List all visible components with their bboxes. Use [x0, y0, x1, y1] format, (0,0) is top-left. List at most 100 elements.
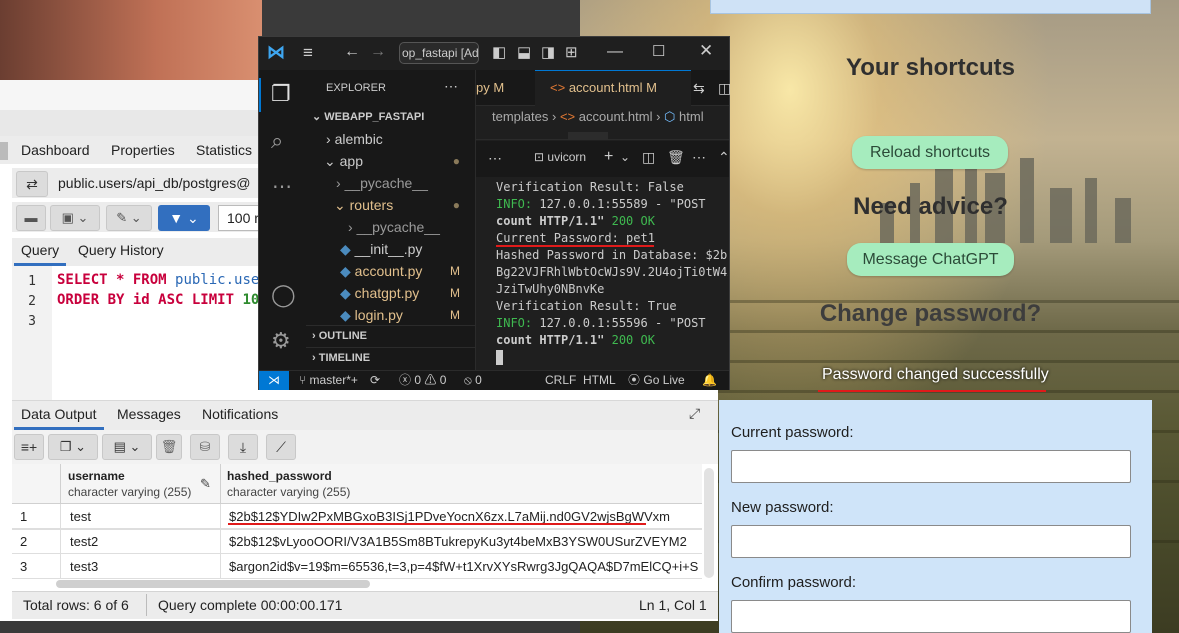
new-terminal-icon[interactable]: +: [604, 148, 613, 166]
python-file-icon: ◆: [340, 285, 351, 301]
cell-username[interactable]: test2: [70, 529, 98, 554]
tab-statistics[interactable]: Statistics: [196, 142, 252, 158]
tab-data-output[interactable]: Data Output: [21, 406, 97, 422]
language-status[interactable]: HTML: [583, 371, 616, 390]
paste-icon[interactable]: ▤ ⌄: [102, 434, 152, 460]
minimize-icon[interactable]: —: [607, 43, 623, 61]
trash-icon[interactable]: 🗑: [667, 149, 685, 166]
terminal-line: JziTwUhy0NBnvKe: [496, 282, 605, 296]
back-arrow-icon[interactable]: ←: [344, 43, 360, 61]
tab-messages[interactable]: Messages: [117, 406, 181, 422]
toggle-sidebar-icon[interactable]: ◧: [492, 43, 506, 61]
open-file-icon[interactable]: ▬: [16, 205, 46, 231]
reload-shortcuts-button[interactable]: Reload shortcuts: [852, 136, 1008, 169]
terminal-more-icon[interactable]: ⋯: [692, 149, 706, 166]
sync-icon[interactable]: ⟳: [370, 371, 380, 390]
filter-icon[interactable]: ▼ ⌄: [158, 205, 210, 231]
eol-status[interactable]: CRLF: [545, 371, 576, 390]
current-password-input[interactable]: [731, 450, 1131, 483]
breadcrumb-file[interactable]: account.html: [579, 109, 653, 124]
add-row-icon[interactable]: ≡+: [14, 434, 44, 460]
explorer-icon[interactable]: ❐: [271, 81, 291, 107]
table-row[interactable]: 1 test $2b$12$YDIw2PxMBGxoB3ISj1PDveYocn…: [12, 504, 702, 529]
copy-icon[interactable]: ❐ ⌄: [48, 434, 98, 460]
ports-status[interactable]: ⦸ 0: [464, 371, 482, 390]
tree-item-login[interactable]: ◆ login.py M: [306, 304, 476, 326]
grid-vscroll[interactable]: [704, 468, 714, 578]
more-views-icon[interactable]: ⋯: [272, 174, 292, 199]
cell-hash[interactable]: $2b$12$YDIw2PxMBGxoB3ISj1PDveYocnX6zx.L7…: [229, 504, 699, 529]
col-username[interactable]: username: [68, 469, 125, 483]
edit-column-icon[interactable]: ✎: [200, 476, 211, 492]
edit-icon[interactable]: ✎ ⌄: [106, 205, 152, 231]
cell-username[interactable]: test3: [70, 554, 98, 579]
tree-item-chatgpt[interactable]: ◆ chatgpt.py M: [306, 282, 476, 304]
message-chatgpt-button[interactable]: Message ChatGPT: [847, 243, 1014, 276]
search-icon[interactable]: ⌕: [271, 128, 283, 154]
remote-icon[interactable]: ⋊: [259, 371, 289, 390]
tree-item-app[interactable]: ⌄ app ●: [306, 150, 476, 172]
toggle-panel-icon[interactable]: ⬓: [517, 43, 531, 61]
tab-notifications[interactable]: Notifications: [202, 406, 278, 422]
compare-icon[interactable]: ⇆: [693, 80, 705, 97]
tree-item-alembic[interactable]: › alembic: [306, 128, 476, 150]
tree-item-init[interactable]: ◆ __init__.py: [306, 238, 476, 260]
toggle-secondary-sidebar-icon[interactable]: ◨: [541, 43, 555, 61]
problems-status[interactable]: ⓧ 0 ⚠ 0: [399, 371, 446, 390]
outline-section[interactable]: › OUTLINE: [306, 325, 476, 347]
sql-line-1[interactable]: SELECT * FROM public.use: [57, 272, 262, 288]
terminal-tab[interactable]: ⊡ uvicorn: [534, 150, 594, 164]
cell-username[interactable]: test: [70, 504, 91, 529]
grid-hscroll[interactable]: [56, 580, 370, 588]
chevron-down-icon[interactable]: ⌄: [620, 150, 630, 164]
window-gap: [0, 110, 262, 136]
explorer-more-icon[interactable]: ⋯: [444, 78, 458, 95]
delete-icon[interactable]: 🗑: [156, 434, 182, 460]
breadcrumb-element[interactable]: html: [679, 109, 704, 124]
notifications-icon[interactable]: 🔔: [702, 371, 717, 390]
command-center-search[interactable]: op_fastapi [Adm: [399, 42, 479, 64]
maximize-icon[interactable]: ☐: [652, 42, 665, 60]
timeline-section[interactable]: › TIMELINE: [306, 347, 476, 369]
panel-more-icon[interactable]: ⋯: [488, 150, 502, 167]
cell-hash[interactable]: $2b$12$vLyooOORI/V3A1B5Sm8BTukrepyKu3yt4…: [229, 529, 699, 554]
split-terminal-icon[interactable]: ◫: [642, 149, 655, 166]
workspace-root[interactable]: ⌄ WEBAPP_FASTAPI: [306, 106, 476, 128]
layout-icon[interactable]: ⊞: [565, 43, 578, 61]
table-row[interactable]: 2 test2 $2b$12$vLyooOORI/V3A1B5Sm8BTukre…: [12, 529, 702, 554]
tree-item-routers[interactable]: ⌄ routers ●: [306, 194, 476, 216]
graph-icon[interactable]: ⟋: [266, 434, 296, 460]
tab-query[interactable]: Query: [21, 242, 59, 258]
tree-item-pycache[interactable]: › __pycache__: [306, 172, 476, 194]
breadcrumb-folder[interactable]: templates: [492, 109, 548, 124]
tab-python-file[interactable]: py M: [476, 80, 504, 95]
split-editor-icon[interactable]: ◫: [718, 80, 731, 97]
tree-item-pycache[interactable]: › __pycache__: [306, 216, 476, 238]
explorer-title: EXPLORER: [326, 82, 386, 94]
go-live-status[interactable]: ⦿ Go Live: [628, 371, 685, 390]
connection-icon[interactable]: ⇄: [16, 171, 48, 197]
new-password-input[interactable]: [731, 525, 1131, 558]
col-hashed-password[interactable]: hashed_password: [227, 469, 332, 483]
forward-arrow-icon[interactable]: →: [370, 43, 386, 61]
tree-item-account[interactable]: ◆ account.py M: [306, 260, 476, 282]
table-row[interactable]: 3 test3 $argon2id$v=19$m=65536,t=3,p=4$f…: [12, 554, 702, 579]
chevron-up-icon[interactable]: ⌃: [718, 149, 730, 166]
confirm-password-input[interactable]: [731, 600, 1131, 633]
save-file-icon[interactable]: ▣ ⌄: [50, 205, 100, 231]
tab-dashboard[interactable]: Dashboard: [21, 142, 90, 158]
connection-label[interactable]: public.users/api_db/postgres@: [58, 175, 250, 191]
account-icon[interactable]: ◯: [271, 282, 296, 308]
tab-properties[interactable]: Properties: [111, 142, 175, 158]
download-icon[interactable]: ⤓: [228, 434, 258, 460]
chevron-down-icon: ⌄: [324, 153, 336, 169]
close-icon[interactable]: ✕: [699, 41, 713, 61]
tab-query-history[interactable]: Query History: [78, 242, 164, 258]
sql-line-2[interactable]: ORDER BY id ASC LIMIT 10: [57, 292, 262, 308]
settings-gear-icon[interactable]: ⚙: [271, 328, 291, 354]
expand-icon[interactable]: ⤢: [689, 405, 700, 422]
branch-status[interactable]: ⑂ master*+: [299, 371, 358, 390]
menu-icon[interactable]: ≡: [303, 43, 313, 63]
cell-hash[interactable]: $argon2id$v=19$m=65536,t=3,p=4$fW+t1XrvX…: [229, 554, 699, 579]
database-icon[interactable]: ⛁: [190, 434, 220, 460]
